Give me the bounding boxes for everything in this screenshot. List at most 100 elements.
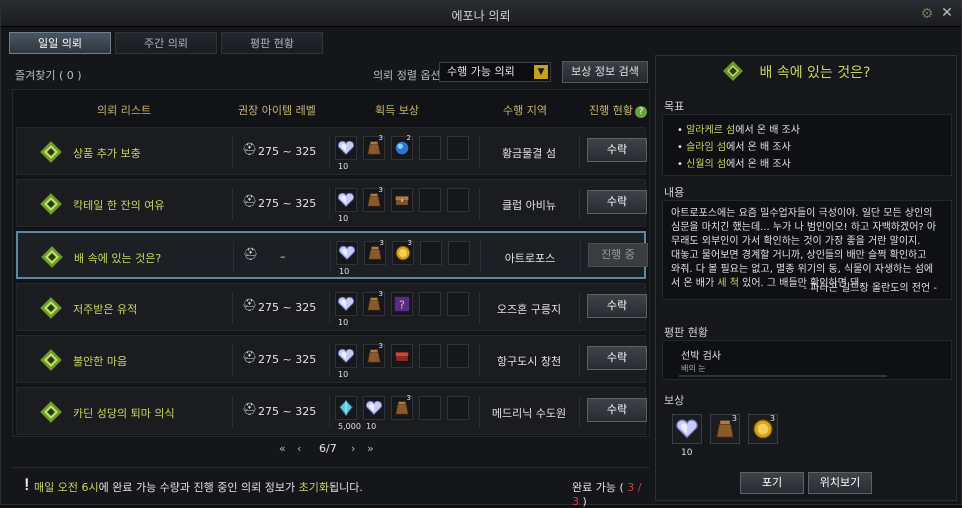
prev-page-icon[interactable]: ‹ (297, 442, 301, 455)
objective-label: 목표 (664, 100, 685, 113)
notice-mid: 에 완료 가능 수량과 진행 중인 의뢰 정보가 (98, 481, 299, 494)
quest-emblem-icon (39, 400, 63, 424)
quest-name: 불안한 마음 (73, 355, 128, 368)
quest-region: 오즈혼 구릉지 (496, 303, 562, 316)
quest-row[interactable]: 상품 추가 보충 ⛑ 275 ~ 325 10 3 2 황금물결 섬 수락 (16, 127, 647, 175)
quest-level: 275 ~ 325 (258, 353, 317, 366)
empty-reward-slot (447, 136, 469, 160)
content-label: 내용 (664, 186, 685, 199)
reward-slot[interactable]: ? (391, 292, 413, 316)
reward-slot[interactable]: 2 (391, 134, 413, 160)
window-title: 에포나 의뢰 (451, 9, 511, 23)
helmet-icon: ⛑ (242, 194, 258, 208)
reward-slot[interactable]: 3 (391, 394, 413, 420)
objective-loc: 신월의 섬 (686, 159, 727, 170)
column-divider (329, 396, 330, 428)
quest-row[interactable]: 칵테일 한 잔의 여유 ⛑ 275 ~ 325 10 3 클럽 아비뉴 수락 (16, 179, 647, 227)
abandon-button[interactable]: 포기 (740, 472, 804, 494)
reward-slot[interactable] (335, 292, 357, 316)
locate-button[interactable]: 위치보기 (808, 472, 872, 494)
empty-reward-slot (447, 344, 469, 368)
sort-select[interactable]: 수행 가능 의뢰 ▼ (439, 62, 551, 82)
quest-row[interactable]: 배 속에 있는 것은? ⛑ – 10 3 3 아트로포스 진행 중 (16, 231, 648, 279)
reward-qty: 10 (339, 267, 350, 276)
first-page-icon[interactable]: « (279, 442, 286, 455)
epona-window: 에포나 의뢰 ⚙ ✕ 일일 의뢰 주간 의뢰 평판 현황 즐겨찾기 ( 0 ) … (0, 0, 962, 508)
content-line: 무래도 외부인이 가서 확인하는 것이 가장 좋을 거란 말이지. (671, 236, 921, 247)
in-progress-button[interactable]: 진행 중 (588, 243, 648, 267)
reward-slot[interactable] (391, 188, 413, 212)
quest-row[interactable]: 카딘 성당의 퇴마 의식 ⛑ 275 ~ 325 5,000 10 3 메드리닉 수도원 수락 (16, 387, 647, 435)
tab-daily[interactable]: 일일 의뢰 (9, 32, 111, 54)
empty-reward-slot (447, 396, 469, 420)
content-line: 대놓고 물어보면 경계할 거니까, 상인들의 배만 슬쩍 확인하고 (671, 250, 927, 261)
quest-emblem-icon (39, 296, 63, 320)
empty-reward-slot (419, 396, 441, 420)
notice-reset: 초기화 (298, 481, 329, 494)
quest-emblem-icon (40, 245, 64, 269)
helmet-icon: ⛑ (242, 298, 258, 312)
mystery-box-icon: ? (393, 294, 411, 314)
reward-slot[interactable] (335, 136, 357, 160)
reward-slot[interactable]: 3 (363, 342, 385, 368)
objective-loc: 슬라임 섬 (686, 142, 727, 153)
tab-reputation[interactable]: 평판 현황 (221, 32, 323, 54)
reward-slot[interactable]: 3 (392, 239, 414, 265)
objective-item: • 슬라임 섬에서 온 배 조사 (677, 142, 791, 153)
gear-icon[interactable]: ⚙ (919, 6, 935, 22)
reward-slot[interactable] (363, 396, 385, 420)
quest-detail-panel: 배 속에 있는 것은? 목표 • 알라케르 섬에서 온 배 조사 • 슬라임 섬… (655, 55, 957, 501)
silver-heart-icon (337, 294, 355, 314)
reward-slot[interactable] (391, 344, 413, 368)
detail-reward-slot[interactable] (672, 414, 702, 444)
column-divider (232, 136, 233, 168)
reward-slot[interactable] (335, 344, 357, 368)
svg-text:?: ? (399, 299, 405, 312)
accept-button[interactable]: 수락 (587, 294, 647, 318)
detail-reward-slot[interactable]: 3 (710, 414, 740, 444)
accept-button[interactable]: 수락 (587, 346, 647, 370)
tab-weekly[interactable]: 주간 의뢰 (115, 32, 217, 54)
quest-row[interactable]: 불안한 마음 ⛑ 275 ~ 325 10 3 항구도시 창천 수락 (16, 335, 647, 383)
last-page-icon[interactable]: » (367, 442, 374, 455)
quest-level: 275 ~ 325 (258, 145, 317, 158)
column-divider (479, 188, 480, 220)
accept-button[interactable]: 수락 (587, 398, 647, 422)
reward-slot[interactable]: 3 (363, 290, 385, 316)
close-icon[interactable]: ✕ (939, 5, 955, 21)
reward-slot[interactable] (336, 241, 358, 265)
reward-slot[interactable]: 3 (364, 239, 386, 265)
accept-button[interactable]: 수락 (587, 138, 647, 162)
detail-title-text: 배 속에 있는 것은? (759, 65, 871, 81)
empty-reward-slot (447, 188, 469, 212)
help-icon[interactable]: ? (634, 106, 647, 118)
reward-slot[interactable]: 3 (363, 186, 385, 212)
quest-region: 황금물결 섬 (501, 147, 557, 160)
content-line: 아트로포스에는 요즘 밀수업자들이 극성이야. 일단 모든 상인의 (671, 208, 933, 219)
favorites-count[interactable]: 즐겨찾기 ( 0 ) (15, 67, 82, 83)
column-divider (479, 344, 480, 376)
reputation-box: 선박 검사 배의 눈 (662, 340, 952, 380)
quest-level: 275 ~ 325 (258, 301, 317, 314)
quest-name: 배 속에 있는 것은? (74, 252, 162, 265)
detail-title: 배 속에 있는 것은? (656, 60, 956, 82)
reward-search-button[interactable]: 보상 정보 검색 (562, 61, 648, 83)
notice-icon: ❕ (20, 478, 34, 491)
reward-count: 2 (406, 134, 411, 142)
reward-slot[interactable] (335, 396, 357, 420)
detail-reward-slot[interactable]: 3 (748, 414, 778, 444)
accept-button[interactable]: 수락 (587, 190, 647, 214)
bottom-bar: ❕ 매일 오전 6시에 완료 가능 수량과 진행 중인 의뢰 정보가 초기화됩니… (12, 467, 650, 508)
quest-row[interactable]: 저주받은 유적 ⛑ 275 ~ 325 10 3? 오즈혼 구릉지 수락 (16, 283, 647, 331)
empty-reward-slot (447, 292, 469, 316)
reward-slot[interactable]: 3 (363, 134, 385, 160)
reward-slot[interactable] (335, 188, 357, 212)
reward-count: 3 (769, 414, 775, 423)
next-page-icon[interactable]: › (351, 442, 355, 455)
header-status: 진행 현황? (589, 102, 647, 118)
chevron-down-icon[interactable]: ▼ (534, 65, 548, 79)
quest-emblem-icon (39, 348, 63, 372)
empty-reward-slot (419, 188, 441, 212)
column-divider (329, 188, 330, 220)
column-divider (330, 241, 331, 273)
